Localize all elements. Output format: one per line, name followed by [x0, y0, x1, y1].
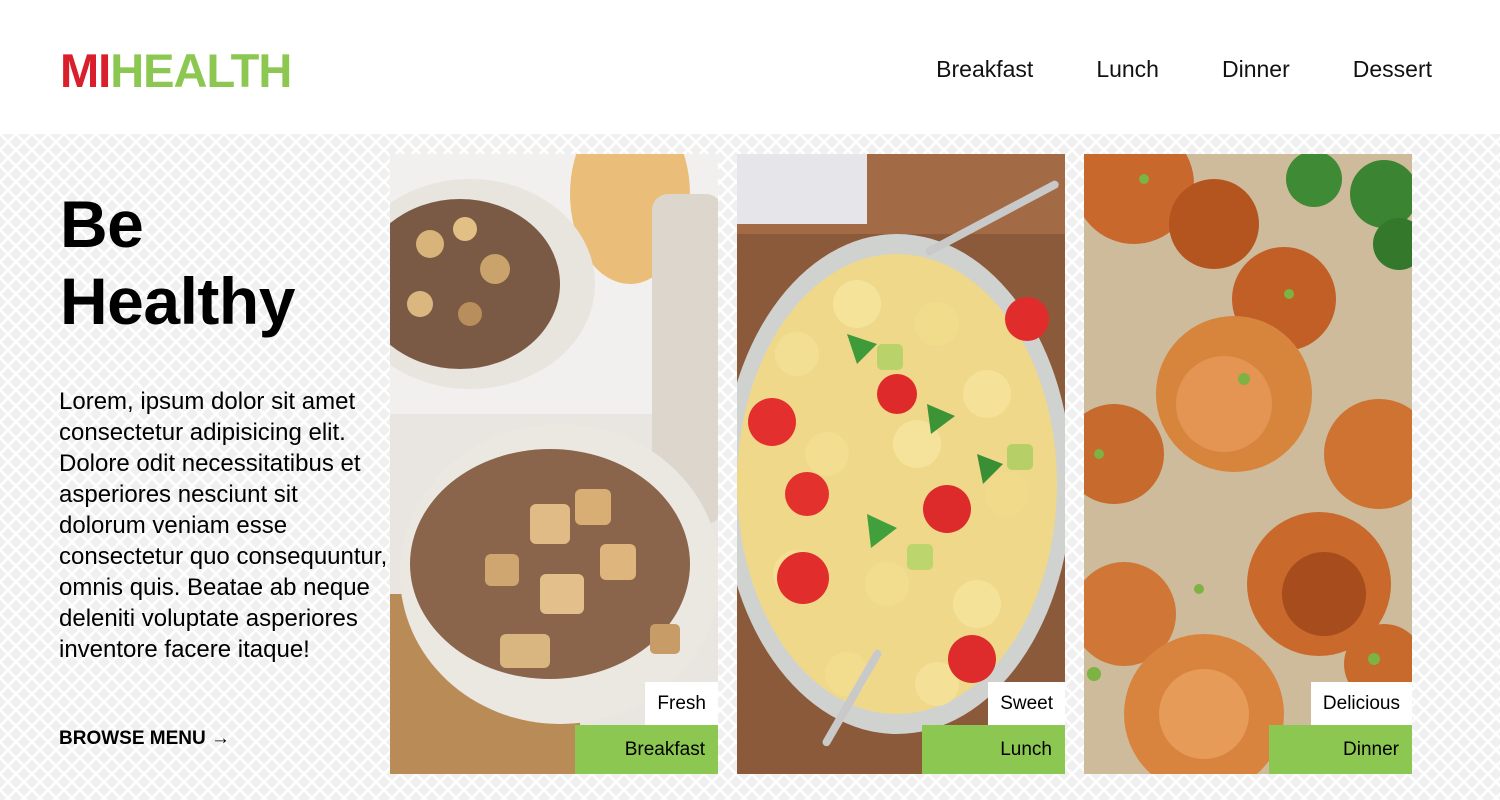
meal-card-lunch[interactable]: Sweet Lunch	[737, 154, 1065, 774]
logo-mi: MI	[60, 44, 111, 97]
browse-menu-link[interactable]: BROWSE MENU →	[59, 729, 230, 748]
hero-title-line2: Healthy	[60, 264, 295, 338]
card-category-lunch[interactable]: Lunch	[922, 725, 1065, 774]
logo-health: HEALTH	[110, 44, 292, 97]
hero-description: Lorem, ipsum dolor sit amet consectetur …	[59, 388, 388, 663]
site-header: MIHEALTH Breakfast Lunch Dinner Dessert	[0, 0, 1500, 134]
meal-card-breakfast[interactable]: Fresh Breakfast	[390, 154, 718, 774]
nav-breakfast[interactable]: Breakfast	[936, 58, 1033, 81]
nav-dessert[interactable]: Dessert	[1353, 58, 1432, 81]
nav-lunch[interactable]: Lunch	[1096, 58, 1159, 81]
card-tag-fresh: Fresh	[645, 682, 718, 725]
card-tag-sweet: Sweet	[988, 682, 1065, 725]
logo[interactable]: MIHEALTH	[60, 44, 292, 97]
dinner-food-image	[1084, 154, 1412, 774]
card-category-breakfast[interactable]: Breakfast	[575, 725, 718, 774]
meal-card-dinner[interactable]: Delicious Dinner	[1084, 154, 1412, 774]
hero-section: Be Healthy Lorem, ipsum dolor sit amet c…	[0, 134, 1500, 800]
hero-title-line1: Be	[60, 187, 144, 261]
card-category-dinner[interactable]: Dinner	[1269, 725, 1412, 774]
breakfast-food-image	[390, 154, 718, 774]
lunch-food-image	[737, 154, 1065, 774]
card-tag-delicious: Delicious	[1310, 682, 1412, 725]
hero-title: Be Healthy	[60, 186, 295, 340]
main-nav: Breakfast Lunch Dinner Dessert	[936, 58, 1432, 81]
nav-dinner[interactable]: Dinner	[1222, 58, 1290, 81]
